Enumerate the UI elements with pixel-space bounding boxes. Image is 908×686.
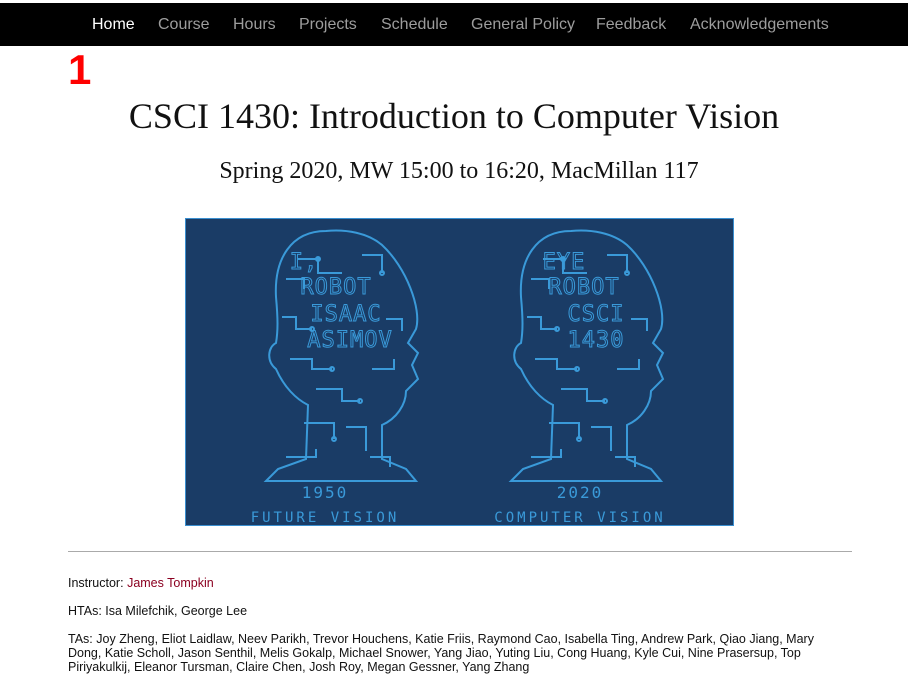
- right-head-line-1: EYE: [543, 250, 586, 275]
- right-head-line-3: CSCI: [568, 302, 625, 327]
- htas-line: HTAs: Isa Milefchik, George Lee: [68, 604, 247, 618]
- right-year: 2020: [557, 483, 604, 502]
- nav-projects[interactable]: Projects: [299, 3, 357, 46]
- top-navbar: Home Course Hours Projects Schedule Gene…: [0, 3, 908, 46]
- nav-acknowledgements[interactable]: Acknowledgements: [690, 3, 829, 46]
- nav-home[interactable]: Home: [92, 3, 135, 46]
- banner-art: I, ROBOT ISAAC ASIMOV EYE ROBOT CSCI 143…: [251, 229, 665, 526]
- nav-hours[interactable]: Hours: [233, 3, 276, 46]
- instructor-label: Instructor:: [68, 576, 124, 590]
- left-head-line-1: I,: [290, 250, 319, 275]
- instructor-link[interactable]: James Tompkin: [127, 576, 214, 590]
- left-head-line-2: ROBOT: [300, 275, 371, 300]
- left-head-line-4: ASIMOV: [307, 328, 392, 353]
- instructor-line: Instructor: James Tompkin: [68, 576, 214, 590]
- htas-label: HTAs:: [68, 604, 102, 618]
- htas-names: Isa Milefchik, George Lee: [105, 604, 248, 618]
- tas-names: Joy Zheng, Eliot Laidlaw, Neev Parikh, T…: [68, 632, 814, 674]
- nav-schedule[interactable]: Schedule: [381, 3, 448, 46]
- nav-general-policy[interactable]: General Policy: [471, 3, 575, 46]
- right-head-line-4: 1430: [568, 328, 625, 353]
- page-title: CSCI 1430: Introduction to Computer Visi…: [128, 96, 780, 136]
- right-caption: COMPUTER VISION: [494, 510, 665, 526]
- section-divider: [68, 551, 852, 552]
- right-head-line-2: ROBOT: [548, 275, 619, 300]
- tas-label: TAs:: [68, 632, 93, 646]
- left-head-line-3: ISAAC: [310, 302, 381, 327]
- page-subtitle: Spring 2020, MW 15:00 to 16:20, MacMilla…: [219, 158, 699, 184]
- left-year: 1950: [302, 483, 349, 502]
- annotation-marker: 1: [68, 46, 92, 93]
- nav-feedback[interactable]: Feedback: [596, 3, 666, 46]
- tas-line: TAs: Joy Zheng, Eliot Laidlaw, Neev Pari…: [68, 632, 828, 674]
- nav-course[interactable]: Course: [158, 3, 210, 46]
- course-banner-image: I, ROBOT ISAAC ASIMOV EYE ROBOT CSCI 143…: [185, 218, 734, 526]
- left-caption: FUTURE VISION: [251, 510, 400, 526]
- right-head-icon: [508, 229, 665, 482]
